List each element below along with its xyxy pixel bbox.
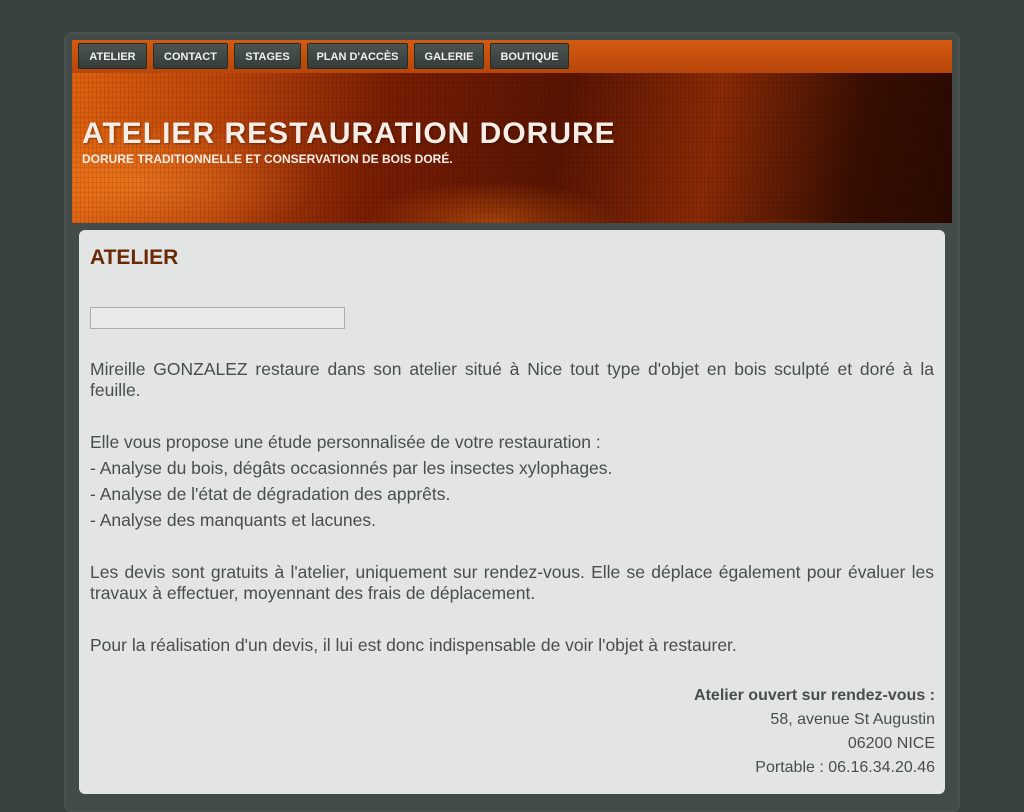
- address-city: 06200 NICE: [847, 735, 935, 752]
- quotes-paragraph: Les devis sont gratuits à l'atelier, uni…: [90, 562, 934, 603]
- address-street: 58, avenue St Augustin: [770, 711, 935, 728]
- list-item: - Analyse des manquants et lacunes.: [90, 510, 377, 530]
- page-title: ATELIER: [90, 246, 179, 269]
- site-title[interactable]: ATELIER RESTAURATION DORURE: [82, 117, 616, 151]
- proposal-text: Elle vous propose une étude personnalisé…: [90, 432, 601, 452]
- nav-item-plan-acces[interactable]: PLAN D'ACCÈS: [307, 43, 408, 69]
- site-subtitle: DORURE TRADITIONNELLE ET CONSERVATION DE…: [82, 152, 453, 166]
- nav-item-atelier[interactable]: ATELIER: [78, 43, 147, 69]
- requirement-paragraph: Pour la réalisation d'un devis, il lui e…: [90, 635, 737, 655]
- main-content: ATELIER Mireille GONZALEZ restaure dans …: [79, 230, 945, 794]
- nav-item-contact[interactable]: CONTACT: [153, 43, 228, 69]
- list-item: - Analyse du bois, dégâts occasionnés pa…: [90, 458, 613, 478]
- nav-item-boutique[interactable]: BOUTIQUE: [490, 43, 569, 69]
- empty-media-box: [90, 307, 345, 329]
- intro-paragraph: Mireille GONZALEZ restaure dans son atel…: [90, 359, 934, 400]
- site-header-banner: ATELIER RESTAURATION DORURE DORURE TRADI…: [72, 73, 952, 223]
- address-heading: Atelier ouvert sur rendez-vous :: [694, 687, 935, 704]
- list-item: - Analyse de l'état de dégradation des a…: [90, 484, 451, 504]
- address-phone: Portable : 06.16.34.20.46: [755, 759, 935, 776]
- nav-item-stages[interactable]: STAGES: [234, 43, 301, 69]
- nav-item-galerie[interactable]: GALERIE: [414, 43, 484, 69]
- main-nav: ATELIER CONTACT STAGES PLAN D'ACCÈS GALE…: [72, 40, 952, 73]
